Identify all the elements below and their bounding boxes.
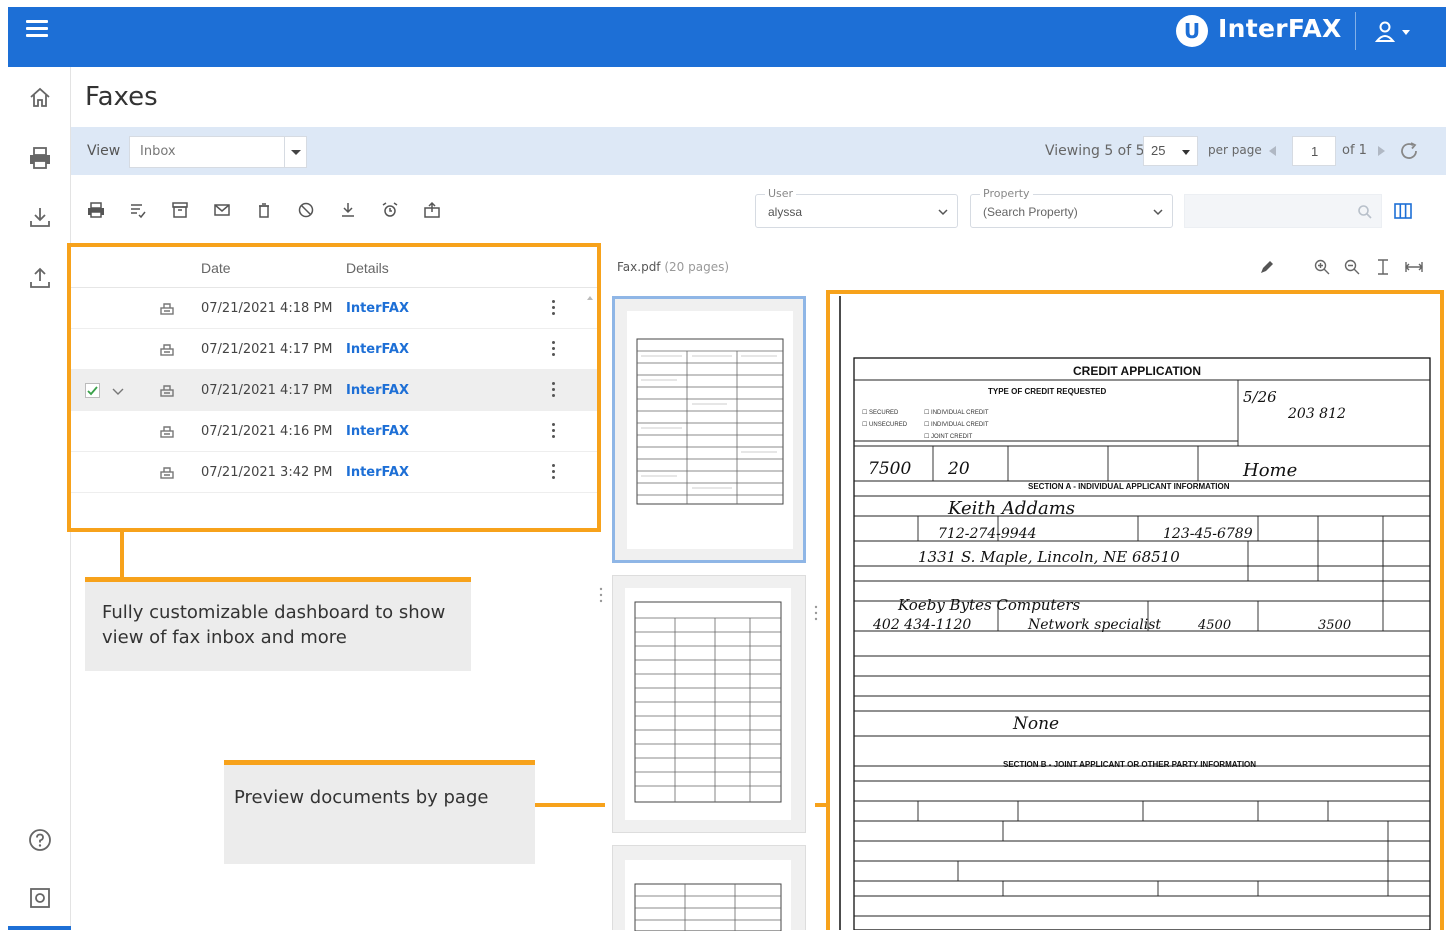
callout-connector xyxy=(120,532,124,580)
delete-icon[interactable] xyxy=(254,200,274,220)
sidebar-active-indicator xyxy=(8,926,71,930)
export-icon[interactable] xyxy=(422,200,442,220)
download-icon[interactable] xyxy=(28,205,52,229)
search-icon xyxy=(1358,205,1372,219)
columns-icon[interactable] xyxy=(1393,201,1413,221)
zoom-out-icon[interactable] xyxy=(1343,258,1361,276)
page-thumbnail-image xyxy=(625,860,791,932)
refresh-icon[interactable] xyxy=(1398,140,1420,162)
page-thumbnail-image xyxy=(625,588,791,820)
interfax-logo-mark: U xyxy=(1176,15,1208,47)
per-page-label: per page xyxy=(1208,143,1262,157)
fit-height-icon[interactable] xyxy=(1374,258,1392,276)
highlight-box-list xyxy=(67,243,601,532)
search-input[interactable] xyxy=(1184,194,1382,228)
download-icon[interactable] xyxy=(338,200,358,220)
view-label: View xyxy=(87,143,121,159)
page-total: of 1 xyxy=(1342,143,1367,158)
preview-page-count: (20 pages) xyxy=(664,260,730,274)
resize-handle[interactable] xyxy=(599,585,603,605)
view-select[interactable]: Inbox xyxy=(129,136,307,168)
highlight-box-preview xyxy=(826,290,1444,930)
preview-filename-text: Fax.pdf xyxy=(617,260,661,274)
annotate-pen-icon[interactable] xyxy=(1258,258,1276,276)
fax-machine-icon[interactable] xyxy=(28,146,52,170)
user-account-menu[interactable] xyxy=(1374,20,1415,44)
next-page-icon[interactable] xyxy=(1374,144,1388,158)
page-thumbnail-2[interactable] xyxy=(612,575,806,833)
email-icon[interactable] xyxy=(212,200,232,220)
left-sidebar xyxy=(8,67,71,930)
page-number-input[interactable]: 1 xyxy=(1292,136,1336,166)
topbar-divider xyxy=(1355,12,1356,50)
upload-icon[interactable] xyxy=(28,266,52,290)
chevron-down-icon xyxy=(1153,209,1163,216)
block-icon[interactable] xyxy=(296,200,316,220)
page-thumbnail-image xyxy=(627,311,793,549)
home-icon[interactable] xyxy=(28,86,52,110)
zoom-in-icon[interactable] xyxy=(1313,258,1331,276)
user-filter-value: alyssa xyxy=(768,205,803,219)
user-icon xyxy=(1374,21,1410,42)
page-title: Faxes xyxy=(85,82,158,112)
chevron-down-icon xyxy=(938,209,948,216)
callout-preview: Preview documents by page xyxy=(224,760,535,864)
archive-icon[interactable] xyxy=(170,200,190,220)
resize-handle[interactable] xyxy=(814,603,818,623)
interfax-logo-text: InterFAX xyxy=(1218,14,1342,43)
print-icon[interactable] xyxy=(86,200,106,220)
per-page-select[interactable]: 25 xyxy=(1143,136,1198,166)
preview-filename: Fax.pdf (20 pages) xyxy=(617,260,729,274)
alarm-icon[interactable] xyxy=(380,200,400,220)
help-icon[interactable] xyxy=(28,828,52,852)
page-number-value: 1 xyxy=(1311,144,1319,159)
fit-width-icon[interactable] xyxy=(1404,258,1424,276)
page-thumbnail-3[interactable] xyxy=(612,845,806,932)
settings-icon[interactable] xyxy=(28,886,52,910)
view-select-value: Inbox xyxy=(140,144,176,159)
property-filter-label: Property xyxy=(980,187,1033,200)
mark-read-icon[interactable] xyxy=(128,200,148,220)
per-page-value: 25 xyxy=(1151,143,1166,158)
chevron-down-icon xyxy=(1182,150,1190,155)
viewing-count: Viewing 5 of 5 xyxy=(1045,143,1145,159)
page-thumbnail-1[interactable] xyxy=(612,296,806,563)
hamburger-menu-icon[interactable] xyxy=(26,20,48,40)
property-filter-value: (Search Property) xyxy=(983,205,1078,219)
user-filter-label: User xyxy=(765,187,797,200)
prev-page-icon[interactable] xyxy=(1266,144,1280,158)
callout-dashboard: Fully customizable dashboard to show vie… xyxy=(85,577,471,671)
chevron-down-icon xyxy=(284,137,306,167)
